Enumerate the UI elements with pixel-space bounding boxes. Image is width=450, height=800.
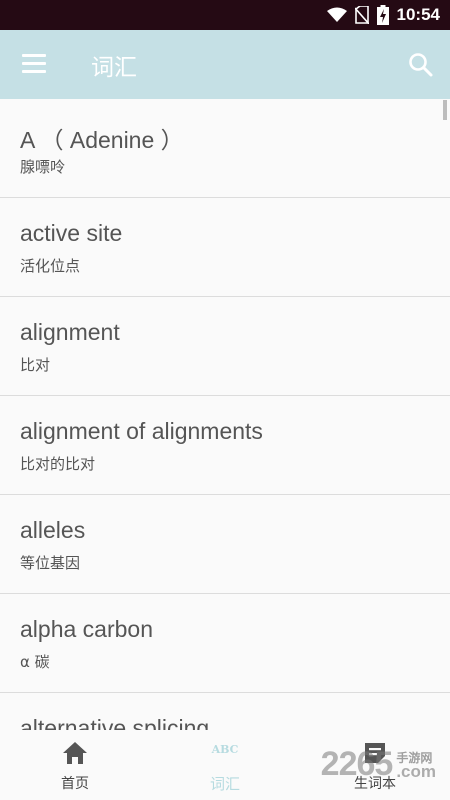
vocab-translation: 活化位点 <box>20 257 81 275</box>
tab-label: 词汇 <box>209 775 240 793</box>
vocab-list: A （ Adenine ） 腺嘌呤 active site 活化位点 align… <box>0 99 450 730</box>
notebook-icon <box>365 743 385 763</box>
page-title: 词汇 <box>91 55 137 81</box>
menu-button[interactable] <box>22 52 48 74</box>
status-icons: 10:54 <box>326 0 440 30</box>
home-icon <box>63 742 87 764</box>
status-bar: 10:54 <box>0 0 450 30</box>
vocab-term: alignment <box>20 319 120 345</box>
tab-label: 首页 <box>61 776 89 792</box>
abc-icon: ABC <box>211 743 239 756</box>
vocab-translation: 比对 <box>20 356 51 374</box>
vocab-term: alignment of alignments <box>20 418 263 444</box>
vocab-term: alternative splicing <box>20 715 210 730</box>
tab-home[interactable]: 首页 <box>0 730 150 800</box>
bottom-nav: 首页 ABC 词汇 生词本 <box>0 730 450 800</box>
vocab-translation: α 碳 <box>20 653 50 671</box>
list-item[interactable]: alpha carbon α 碳 <box>0 594 450 693</box>
vocab-translation: 等位基因 <box>20 554 81 572</box>
menu-icon <box>22 54 46 57</box>
vocab-term: A （ Adenine ） <box>20 127 184 153</box>
battery-charging-icon <box>376 5 389 25</box>
list-item[interactable]: alleles 等位基因 <box>0 495 450 594</box>
no-sim-icon <box>354 6 369 24</box>
scrollbar-thumb[interactable] <box>443 100 447 120</box>
list-item[interactable]: active site 活化位点 <box>0 198 450 297</box>
vocab-translation: 比对的比对 <box>20 455 96 473</box>
list-item[interactable]: alignment of alignments 比对的比对 <box>0 396 450 495</box>
tab-vocabulary[interactable]: ABC 词汇 <box>150 730 300 800</box>
vocab-term: active site <box>20 220 123 246</box>
tab-wordbook[interactable]: 生词本 <box>300 730 450 800</box>
vocab-term: alpha carbon <box>20 616 153 642</box>
wifi-icon <box>326 7 347 22</box>
vocab-term: alleles <box>20 517 86 543</box>
search-button[interactable] <box>406 50 436 80</box>
status-time: 10:54 <box>396 5 440 24</box>
vocab-translation: 腺嘌呤 <box>20 158 66 176</box>
app-bar: 词汇 <box>0 30 450 99</box>
search-icon <box>409 53 433 77</box>
tab-label: 生词本 <box>354 776 396 792</box>
list-item[interactable]: alignment 比对 <box>0 297 450 396</box>
list-item[interactable]: alternative splicing <box>0 693 450 730</box>
list-item[interactable]: A （ Adenine ） 腺嘌呤 <box>0 99 450 198</box>
